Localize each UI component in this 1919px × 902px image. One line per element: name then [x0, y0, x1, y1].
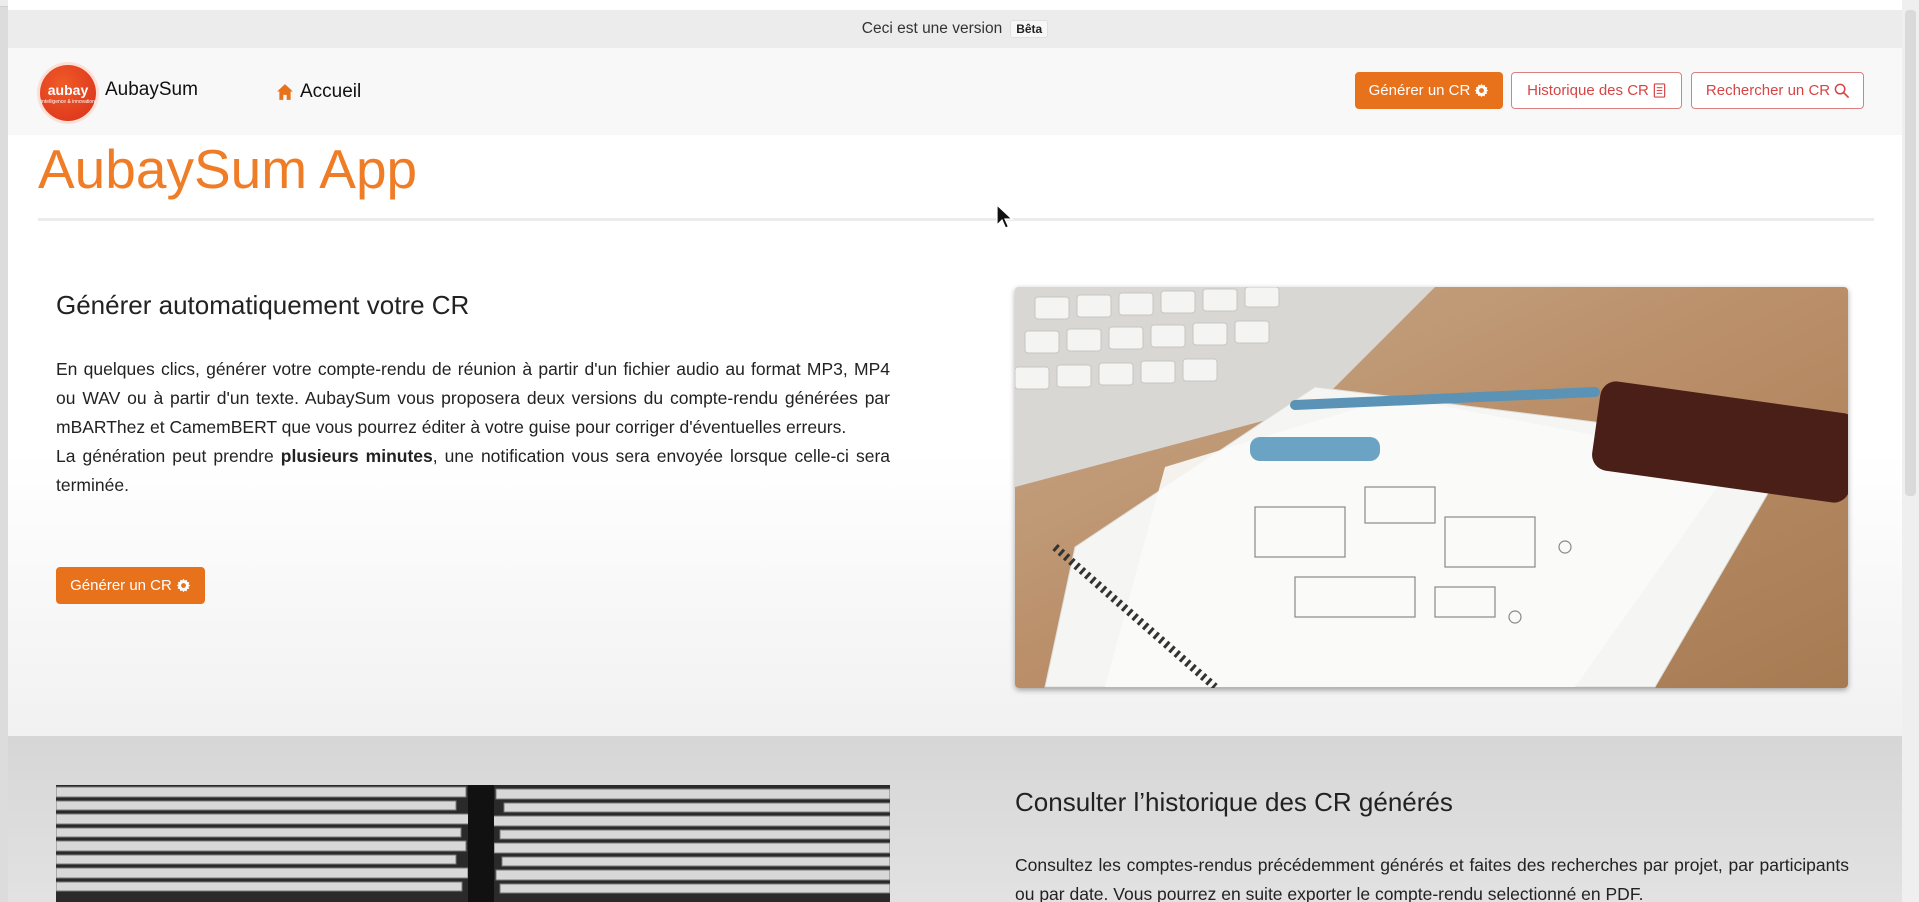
- generate-paragraph-2-bold: plusieurs minutes: [280, 446, 433, 466]
- logo-text: aubay: [47, 81, 89, 98]
- beta-banner-text: Ceci est une version: [861, 20, 1003, 37]
- history-section-description: Consultez les comptes-rendus précédemmen…: [1015, 855, 1849, 902]
- generate-cr-label: Générer un CR: [70, 577, 172, 594]
- nav-history-button[interactable]: Historique des CR: [1511, 72, 1682, 109]
- home-icon: [277, 84, 293, 100]
- document-icon: [1653, 83, 1666, 98]
- brand-name[interactable]: AubaySum: [105, 79, 198, 101]
- home-label: Accueil: [300, 81, 362, 102]
- mouse-cursor-icon: [996, 204, 1014, 229]
- aubay-logo[interactable]: aubay intelligence & innovation: [40, 65, 96, 121]
- beta-banner: Ceci est une version Bêta: [8, 10, 1902, 48]
- nav-search-label: Rechercher un CR: [1705, 82, 1831, 99]
- generate-cr-button[interactable]: Générer un CR: [56, 567, 205, 604]
- generate-paragraph-1: En quelques clics, générer votre compte-…: [56, 359, 890, 437]
- nav-generate-button[interactable]: Générer un CR: [1355, 72, 1503, 109]
- generate-paragraph-2: La génération peut prendre plusieurs min…: [56, 442, 890, 500]
- gear-icon: [176, 578, 191, 593]
- home-link[interactable]: Accueil: [276, 81, 361, 103]
- history-section-heading: Consulter l’historique des CR générés: [1015, 787, 1453, 817]
- beta-badge: Bêta: [1010, 20, 1049, 38]
- nav-search-button[interactable]: Rechercher un CR: [1691, 72, 1864, 109]
- generate-section-heading: Générer automatiquement votre CR: [56, 290, 470, 320]
- paper-files-photo: [56, 785, 890, 902]
- generate-paragraph-2-start: La génération peut prendre: [56, 446, 281, 466]
- nav-history-label: Historique des CR: [1527, 82, 1649, 99]
- notebook-desk-photo: [1015, 287, 1848, 688]
- nav-generate-label: Générer un CR: [1368, 82, 1471, 99]
- scrollbar-thumb[interactable]: [1905, 10, 1916, 496]
- title-divider: [38, 218, 1874, 221]
- generate-section-description: En quelques clics, générer votre compte-…: [56, 355, 890, 500]
- gear-icon: [1475, 83, 1489, 98]
- logo-subtext: intelligence & innovation: [41, 98, 95, 105]
- search-icon: [1834, 83, 1850, 98]
- page-viewport: Ceci est une version Bêta aubay intellig…: [8, 0, 1902, 902]
- navbar: aubay intelligence & innovation AubaySum…: [8, 48, 1902, 135]
- page-title: AubaySum App: [38, 138, 418, 200]
